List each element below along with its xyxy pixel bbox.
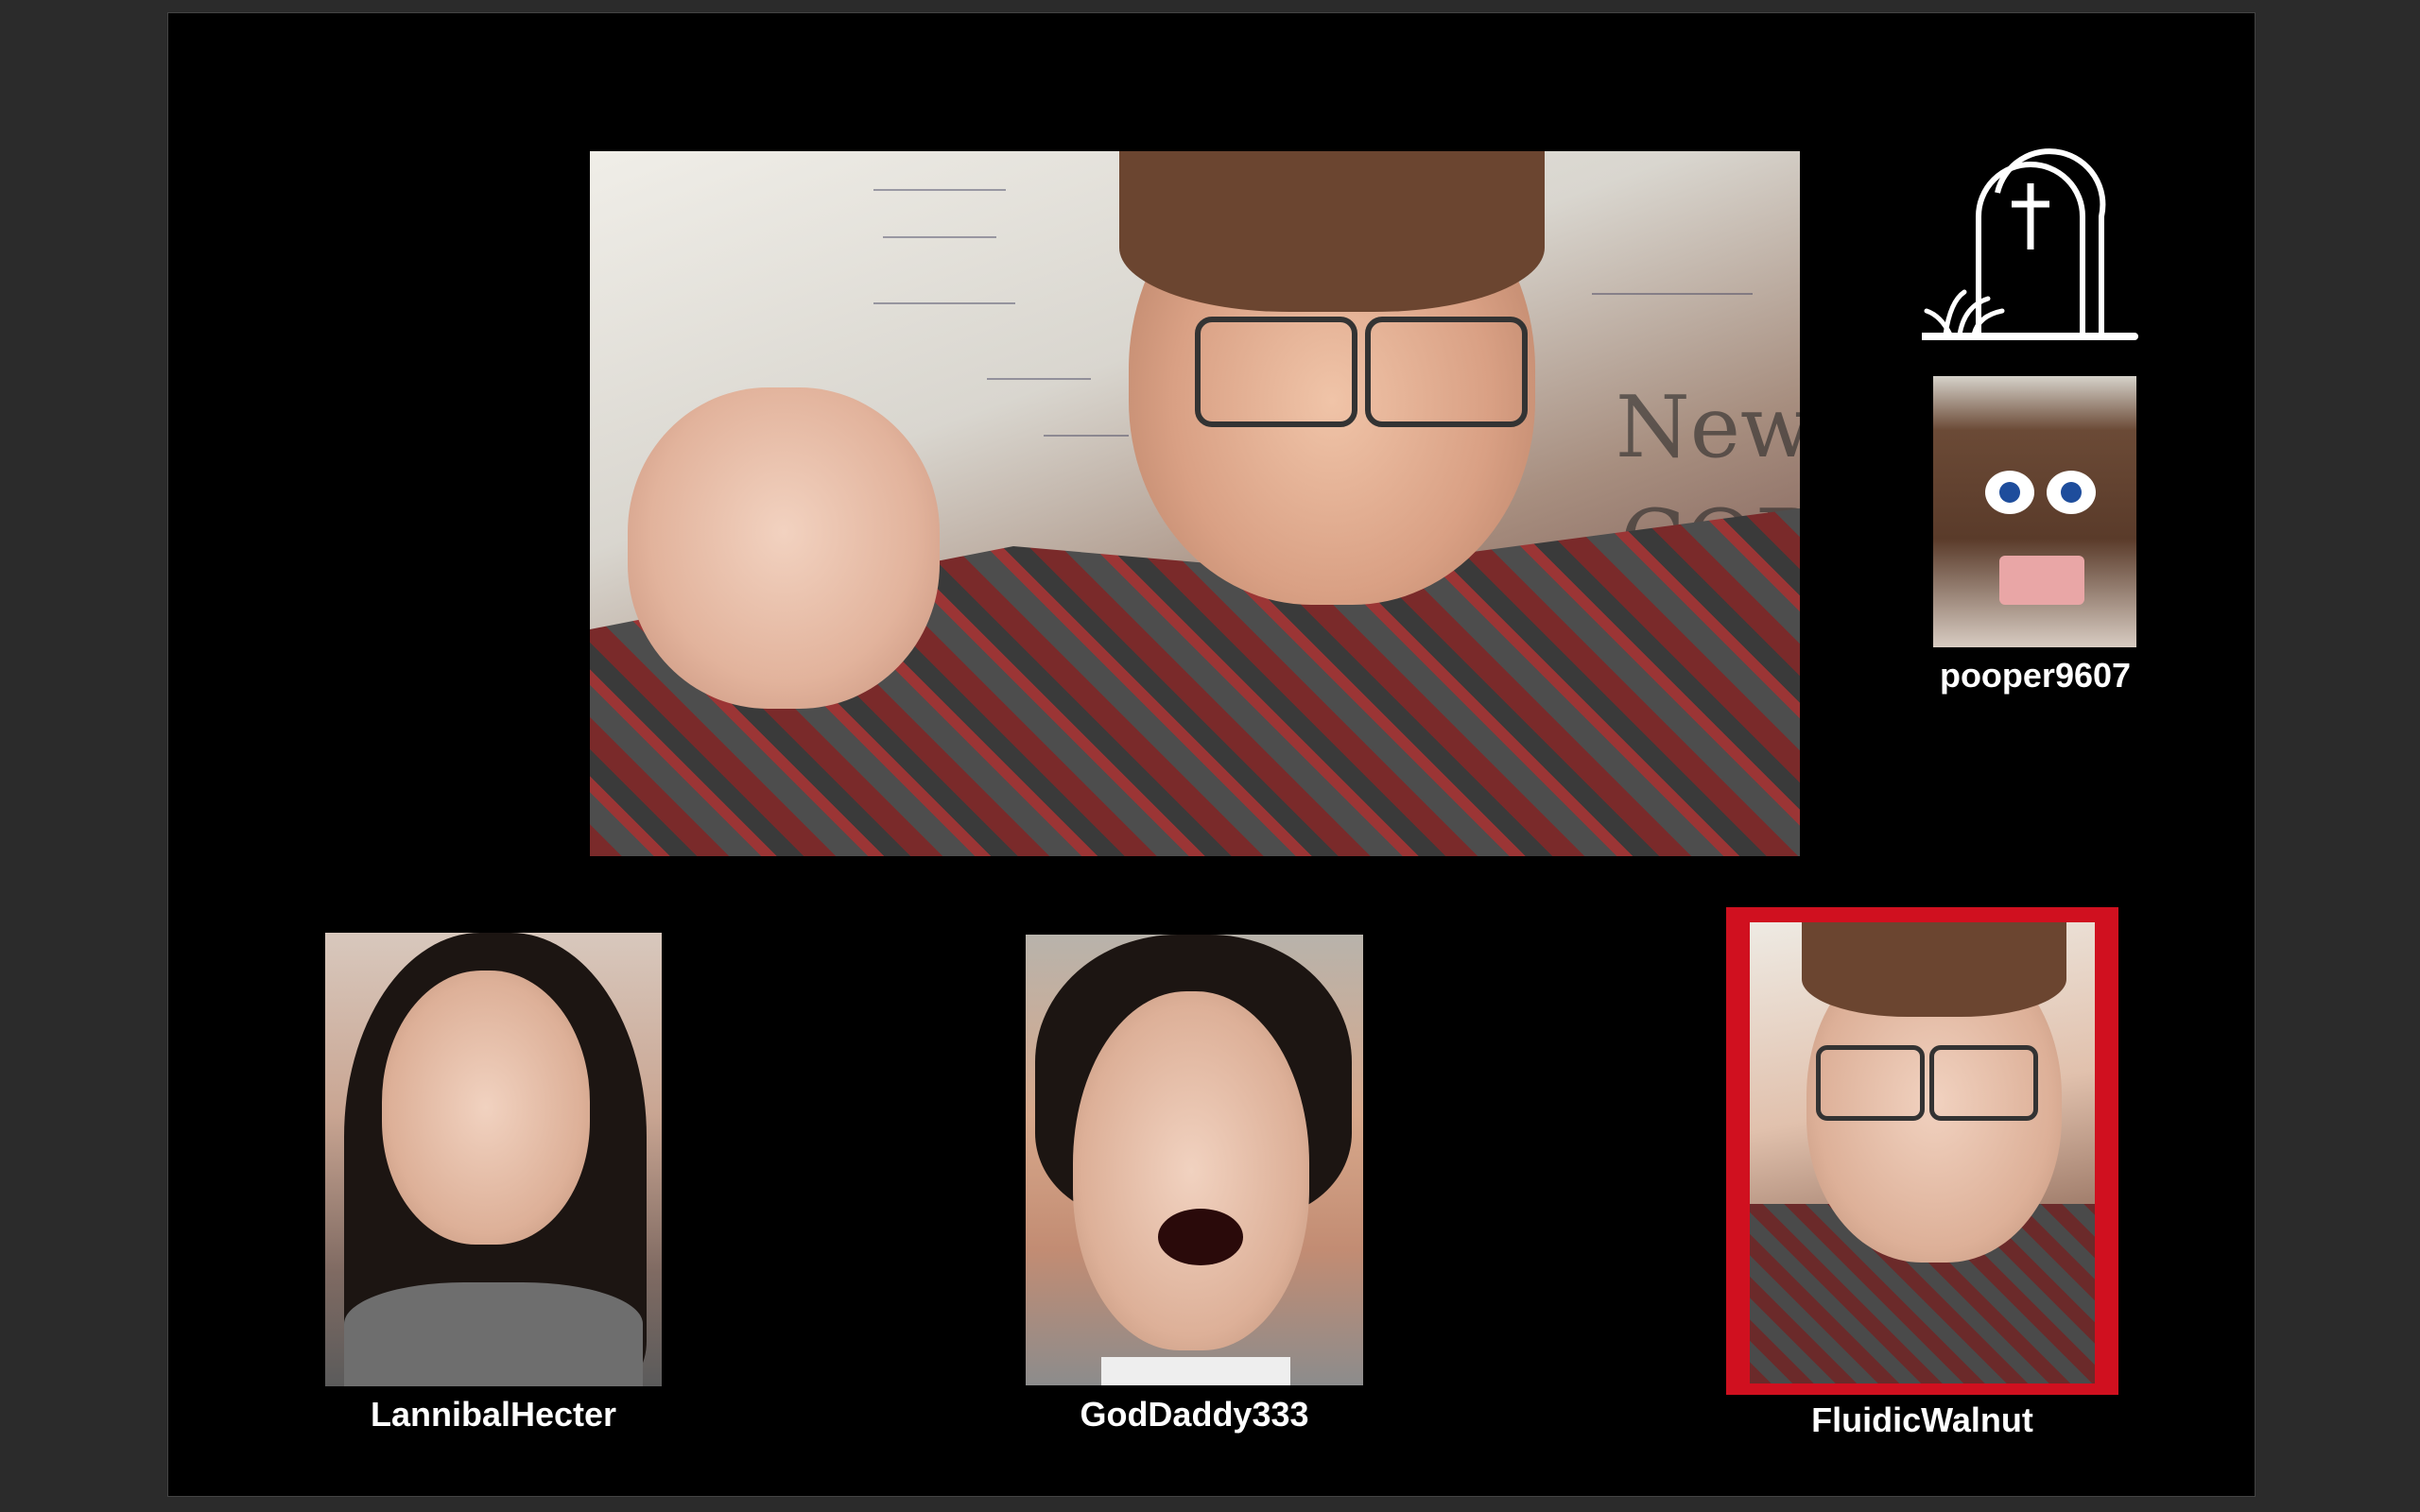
glasses-right — [1929, 1045, 2038, 1121]
video-call-stage: New COR pooper9607 LannibalHecter — [167, 12, 2256, 1497]
whiteboard-scribble — [1044, 435, 1129, 437]
whiteboard-scribble — [1592, 293, 1753, 295]
tombstone-icon — [1922, 148, 2138, 340]
glasses-left — [1195, 317, 1357, 427]
player-video-lannibalhecter[interactable] — [325, 933, 662, 1386]
glasses-left — [1816, 1045, 1925, 1121]
player-shirt — [1101, 1357, 1290, 1385]
player-face — [382, 971, 590, 1245]
whiteboard-scribble — [873, 189, 1006, 191]
player-hair — [1802, 922, 2066, 1017]
player-video-goddaddy333[interactable] — [1026, 935, 1363, 1385]
raised-fist — [628, 387, 940, 709]
speaker-hair — [1119, 151, 1545, 312]
player-name-lannibalhecter: LannibalHecter — [370, 1395, 617, 1434]
player-face — [1073, 991, 1309, 1350]
whiteboard-scribble — [987, 378, 1091, 380]
whiteboard-scribble — [883, 236, 996, 238]
player-mouth — [1158, 1209, 1243, 1265]
player-video-pooper9607[interactable] — [1933, 376, 2136, 647]
player-name-goddaddy333: GodDaddy333 — [1080, 1395, 1309, 1434]
player-name-pooper9607: pooper9607 — [1939, 656, 2132, 695]
player-video-fluidicwalnut[interactable] — [1750, 922, 2095, 1383]
plush-pupil — [1999, 482, 2020, 503]
player-shirt — [344, 1282, 643, 1386]
whiteboard-scribble — [873, 302, 1015, 304]
glasses-right — [1365, 317, 1528, 427]
plush-mouth — [1999, 556, 2084, 605]
main-speaker-video[interactable]: New COR — [590, 151, 1800, 856]
player-name-fluidicwalnut: FluidicWalnut — [1811, 1400, 2033, 1439]
whiteboard-text: New — [1616, 378, 1800, 477]
plush-pupil — [2061, 482, 2082, 503]
